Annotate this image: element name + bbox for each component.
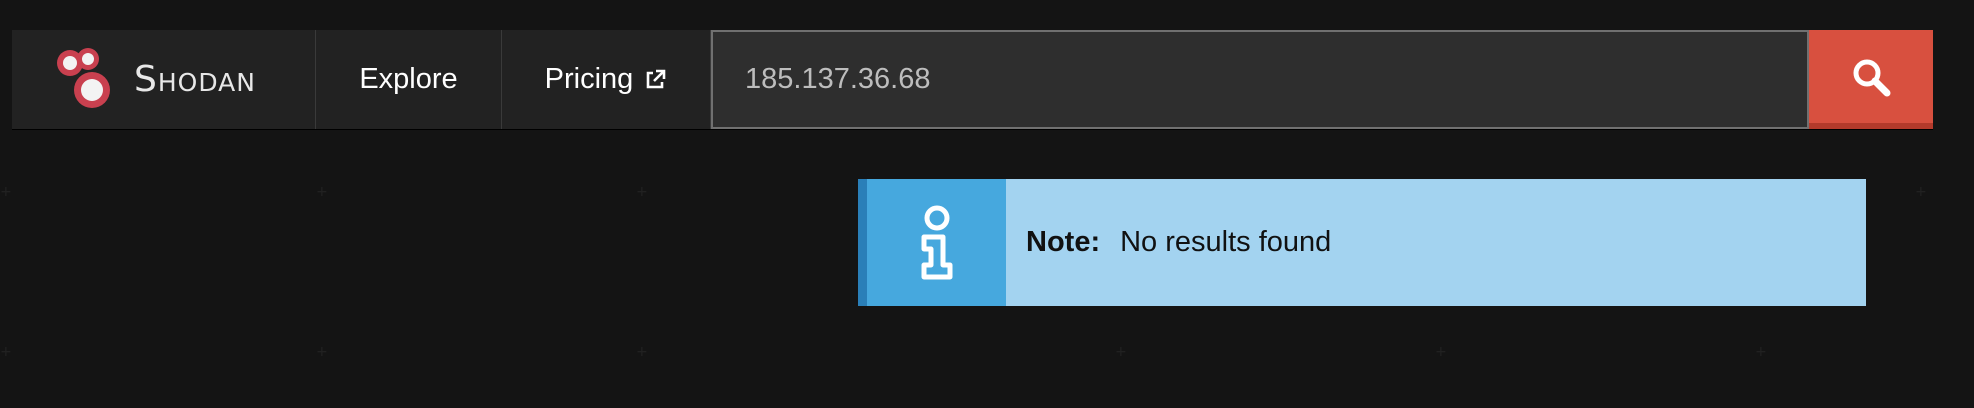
nav-pricing-link[interactable]: Pricing xyxy=(502,30,711,129)
external-link-icon xyxy=(647,69,666,88)
alert-label: Note: xyxy=(1026,226,1101,258)
search-icon xyxy=(1853,59,1891,96)
info-icon xyxy=(921,205,952,279)
top-navbar: Shodan Explore Pricing xyxy=(12,30,1933,129)
alert-message: No results found xyxy=(1120,226,1332,258)
search-button[interactable] xyxy=(1809,30,1933,129)
brand-logo-link[interactable]: Shodan xyxy=(12,30,316,129)
alert-text: Note: No results found xyxy=(1006,179,1331,306)
nav-pricing-label: Pricing xyxy=(544,63,634,95)
alert-icon-box xyxy=(858,179,1006,306)
brand-name: Shodan xyxy=(134,59,256,100)
nav-explore-label: Explore xyxy=(359,63,458,95)
shodan-logo-icon xyxy=(50,45,120,115)
search-input[interactable] xyxy=(711,30,1809,129)
nav-explore-link[interactable]: Explore xyxy=(316,30,502,129)
search-form xyxy=(711,30,1933,129)
info-alert: Note: No results found xyxy=(858,179,1866,306)
